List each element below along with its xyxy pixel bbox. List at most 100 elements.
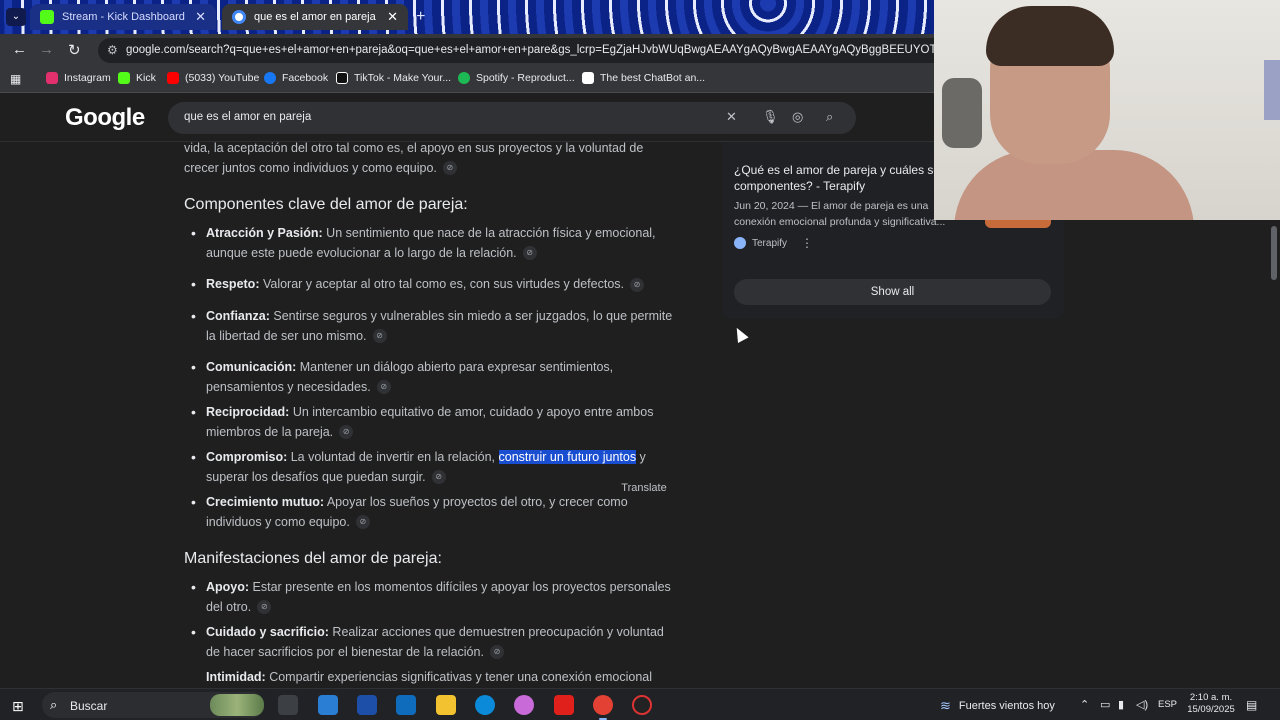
link-icon[interactable]: ⊘ [376,380,391,395]
tab-title: que es el amor en pareja - Goo [254,11,379,23]
bookmark-instagram[interactable]: Instagram [46,72,111,84]
windows-taskbar: ⊞ ⌕ Buscar ≋ Fuertes vientos hoy ⌃ ▭ ▮ ◁… [0,688,1280,720]
list-text: Estar presente en los momentos difíciles… [249,580,671,594]
bookmark-chatbot[interactable]: The best ChatBot an... [582,72,705,84]
bookmark-kick[interactable]: Kick [118,72,156,84]
link-icon[interactable]: ⊘ [522,246,537,261]
task-view-icon[interactable] [278,695,298,715]
microphone-image [942,78,982,148]
youtube-icon [167,72,179,84]
chatbot-icon [582,72,594,84]
intro-line: crecer juntos como individuos y como equ… [184,159,704,179]
file-explorer-icon[interactable] [436,695,456,715]
spotify-icon [458,72,470,84]
tab-google-search[interactable]: que es el amor en pareja - Goo ✕ [222,4,408,30]
facebook-icon [264,72,276,84]
source-attribution[interactable]: Terapify ⋮ [734,236,813,250]
page-scrollbar[interactable] [1268,142,1280,688]
bookmark-spotify[interactable]: Spotify - Reproduct... [458,72,575,84]
tab-kick-dashboard[interactable]: Stream - Kick Dashboard ✕ [30,4,216,30]
forward-icon[interactable]: → [39,41,54,58]
streamer-hair [986,6,1114,66]
link-icon[interactable]: ⊘ [257,600,272,615]
close-tab-icon[interactable]: ✕ [195,9,206,25]
network-icon[interactable]: ▭ [1100,698,1110,711]
lens-icon[interactable]: ◎ [792,109,803,125]
clear-icon[interactable]: ✕ [726,109,737,125]
link-icon[interactable]: ⊘ [442,161,457,176]
copilot-icon[interactable] [514,695,534,715]
list-text: individuos y como equipo. [206,514,350,529]
chrome-icon[interactable] [593,695,613,720]
list-text: Un intercambio equitativo de amor, cuida… [289,405,654,419]
intro-text: crecer juntos como individuos y como equ… [184,160,437,175]
outlook-icon[interactable] [396,695,416,715]
list-text: aunque este puede evolucionar a lo largo… [206,245,517,260]
list-term: Apoyo: [206,580,250,594]
list-item: Atracción y Pasión: Un sentimiento que n… [191,224,706,263]
url-bar[interactable]: ⚙ google.com/search?q=que+es+el+amor+en+… [98,38,998,63]
bookmark-label: (5033) YouTube [185,72,260,84]
volume-icon[interactable]: ◁) [1136,698,1148,711]
terapify-icon [734,237,746,249]
list-item: Respeto: Valorar y aceptar al otro tal c… [191,275,706,295]
language-indicator[interactable]: ESP [1158,699,1177,710]
intro-paragraph: vida, la aceptación del otro tal como es… [184,139,704,178]
apps-icon[interactable]: ▦ [10,72,21,86]
list-item: Reciprocidad: Un intercambio equitativo … [191,403,706,442]
link-icon[interactable]: ⊘ [372,329,387,344]
bookmark-facebook[interactable]: Facebook [264,72,328,84]
scrollbar-thumb[interactable] [1271,226,1277,280]
link-icon[interactable]: ⊘ [355,515,370,530]
link-icon[interactable]: ⊘ [431,470,446,485]
bookmark-youtube[interactable]: (5033) YouTube [167,72,259,84]
list-term: Reciprocidad: [206,405,290,419]
kick-icon [40,10,54,24]
link-icon[interactable]: ⊘ [630,277,645,292]
webcam-overlay [934,0,1280,220]
widgets-icon[interactable] [318,695,338,715]
mic-tray-icon[interactable]: ▮ [1118,698,1124,711]
back-icon[interactable]: ← [12,41,27,58]
notifications-icon[interactable]: ▤ [1246,698,1257,712]
list-item: Comunicación: Mantener un diálogo abiert… [191,358,706,397]
more-options-icon[interactable]: ⋮ [801,236,813,250]
edge-icon[interactable] [475,695,495,715]
list-text: Realizar acciones que demuestren preocup… [328,625,664,639]
close-tab-icon[interactable]: ✕ [387,9,398,25]
list-text: superar los desafíos que puedan surgir. [206,469,426,484]
reload-icon[interactable]: ↻ [68,41,81,59]
clock-date: 15/09/2025 [1187,704,1235,715]
weather-widget[interactable]: ≋ Fuertes vientos hoy [940,698,1055,714]
highlighted-selection[interactable]: construir un futuro juntos [498,450,637,464]
list-text: y [636,450,646,464]
microphone-icon[interactable]: 🎙 [762,109,779,125]
tab-search-button[interactable]: ⌄ [6,8,26,26]
search-box[interactable]: que es el amor en pareja ✕ 🎙 ◎ ⌕ [168,102,856,134]
taskbar-search[interactable]: ⌕ Buscar [42,692,264,718]
site-info-icon[interactable]: ⚙ [107,38,118,63]
youtube-app-icon[interactable] [554,695,574,715]
windows-start-icon[interactable]: ⊞ [12,698,24,715]
show-hidden-icons[interactable]: ⌃ [1080,698,1089,711]
google-logo[interactable]: Google [65,104,145,132]
tab-title: Stream - Kick Dashboard [62,11,185,23]
list-item: Apoyo: Estar presente en los momentos di… [191,578,706,617]
list-term: Atracción y Pasión: [206,226,323,240]
link-icon[interactable]: ⊘ [339,425,354,440]
clock[interactable]: 2:10 a. m. 15/09/2025 [1184,692,1238,716]
list-text: de hacer sacrificios por el bienestar de… [206,644,484,659]
search-icon[interactable]: ⌕ [826,109,833,125]
intro-line: vida, la aceptación del otro tal como es… [184,141,644,155]
bookmark-tiktok[interactable]: TikTok - Make Your... [336,72,451,84]
translate-tooltip[interactable]: Translate [612,479,676,497]
search-icon: ⌕ [50,697,58,712]
link-icon[interactable]: ⊘ [489,645,504,660]
new-tab-button[interactable]: + [416,8,425,26]
store-icon[interactable] [357,695,377,715]
list-term: Cuidado y sacrificio: [206,625,329,639]
list-item: Intimidad: Compartir experiencias signif… [206,668,706,688]
obs-icon[interactable] [632,695,652,715]
search-query[interactable]: que es el amor en pareja [184,111,311,123]
show-all-button[interactable]: Show all [734,279,1051,305]
